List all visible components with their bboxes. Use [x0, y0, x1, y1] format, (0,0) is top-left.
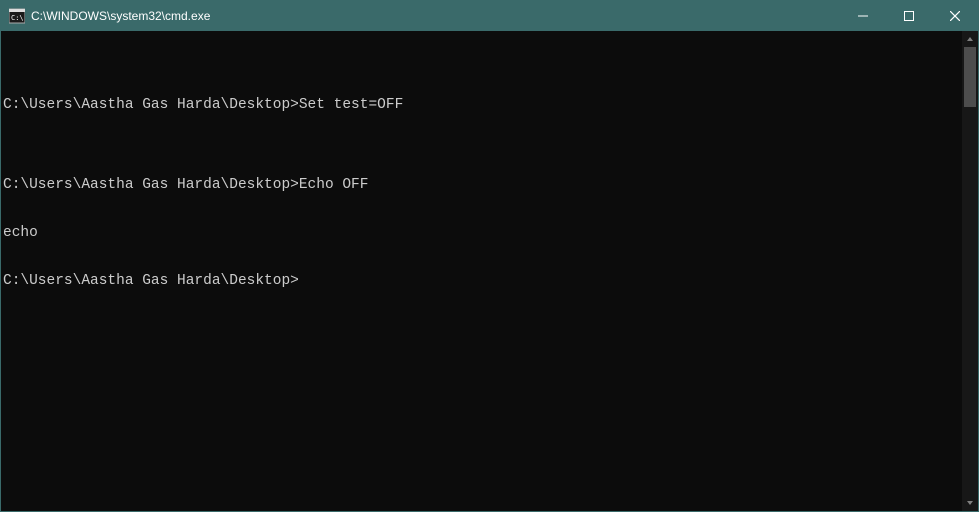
- scroll-up-arrow-icon[interactable]: [962, 31, 978, 47]
- cmd-window: C:\ C:\WINDOWS\system32\cmd.exe C:\Users…: [0, 0, 979, 512]
- content-area: C:\Users\Aastha Gas Harda\Desktop>Set te…: [1, 31, 978, 511]
- terminal-line: echo: [3, 225, 958, 241]
- maximize-button[interactable]: [886, 1, 932, 31]
- terminal-line: C:\Users\Aastha Gas Harda\Desktop>Echo O…: [3, 177, 958, 193]
- scroll-thumb[interactable]: [964, 47, 976, 107]
- minimize-button[interactable]: [840, 1, 886, 31]
- cmd-icon: C:\: [9, 8, 25, 24]
- close-button[interactable]: [932, 1, 978, 31]
- scroll-track[interactable]: [962, 47, 978, 495]
- terminal-output[interactable]: C:\Users\Aastha Gas Harda\Desktop>Set te…: [1, 31, 962, 511]
- window-title: C:\WINDOWS\system32\cmd.exe: [31, 9, 210, 23]
- window-controls: [840, 1, 978, 31]
- svg-text:C:\: C:\: [11, 14, 24, 22]
- vertical-scrollbar[interactable]: [962, 31, 978, 511]
- titlebar[interactable]: C:\ C:\WINDOWS\system32\cmd.exe: [1, 1, 978, 31]
- terminal-line: C:\Users\Aastha Gas Harda\Desktop>: [3, 273, 958, 289]
- terminal-line: C:\Users\Aastha Gas Harda\Desktop>Set te…: [3, 97, 958, 113]
- scroll-down-arrow-icon[interactable]: [962, 495, 978, 511]
